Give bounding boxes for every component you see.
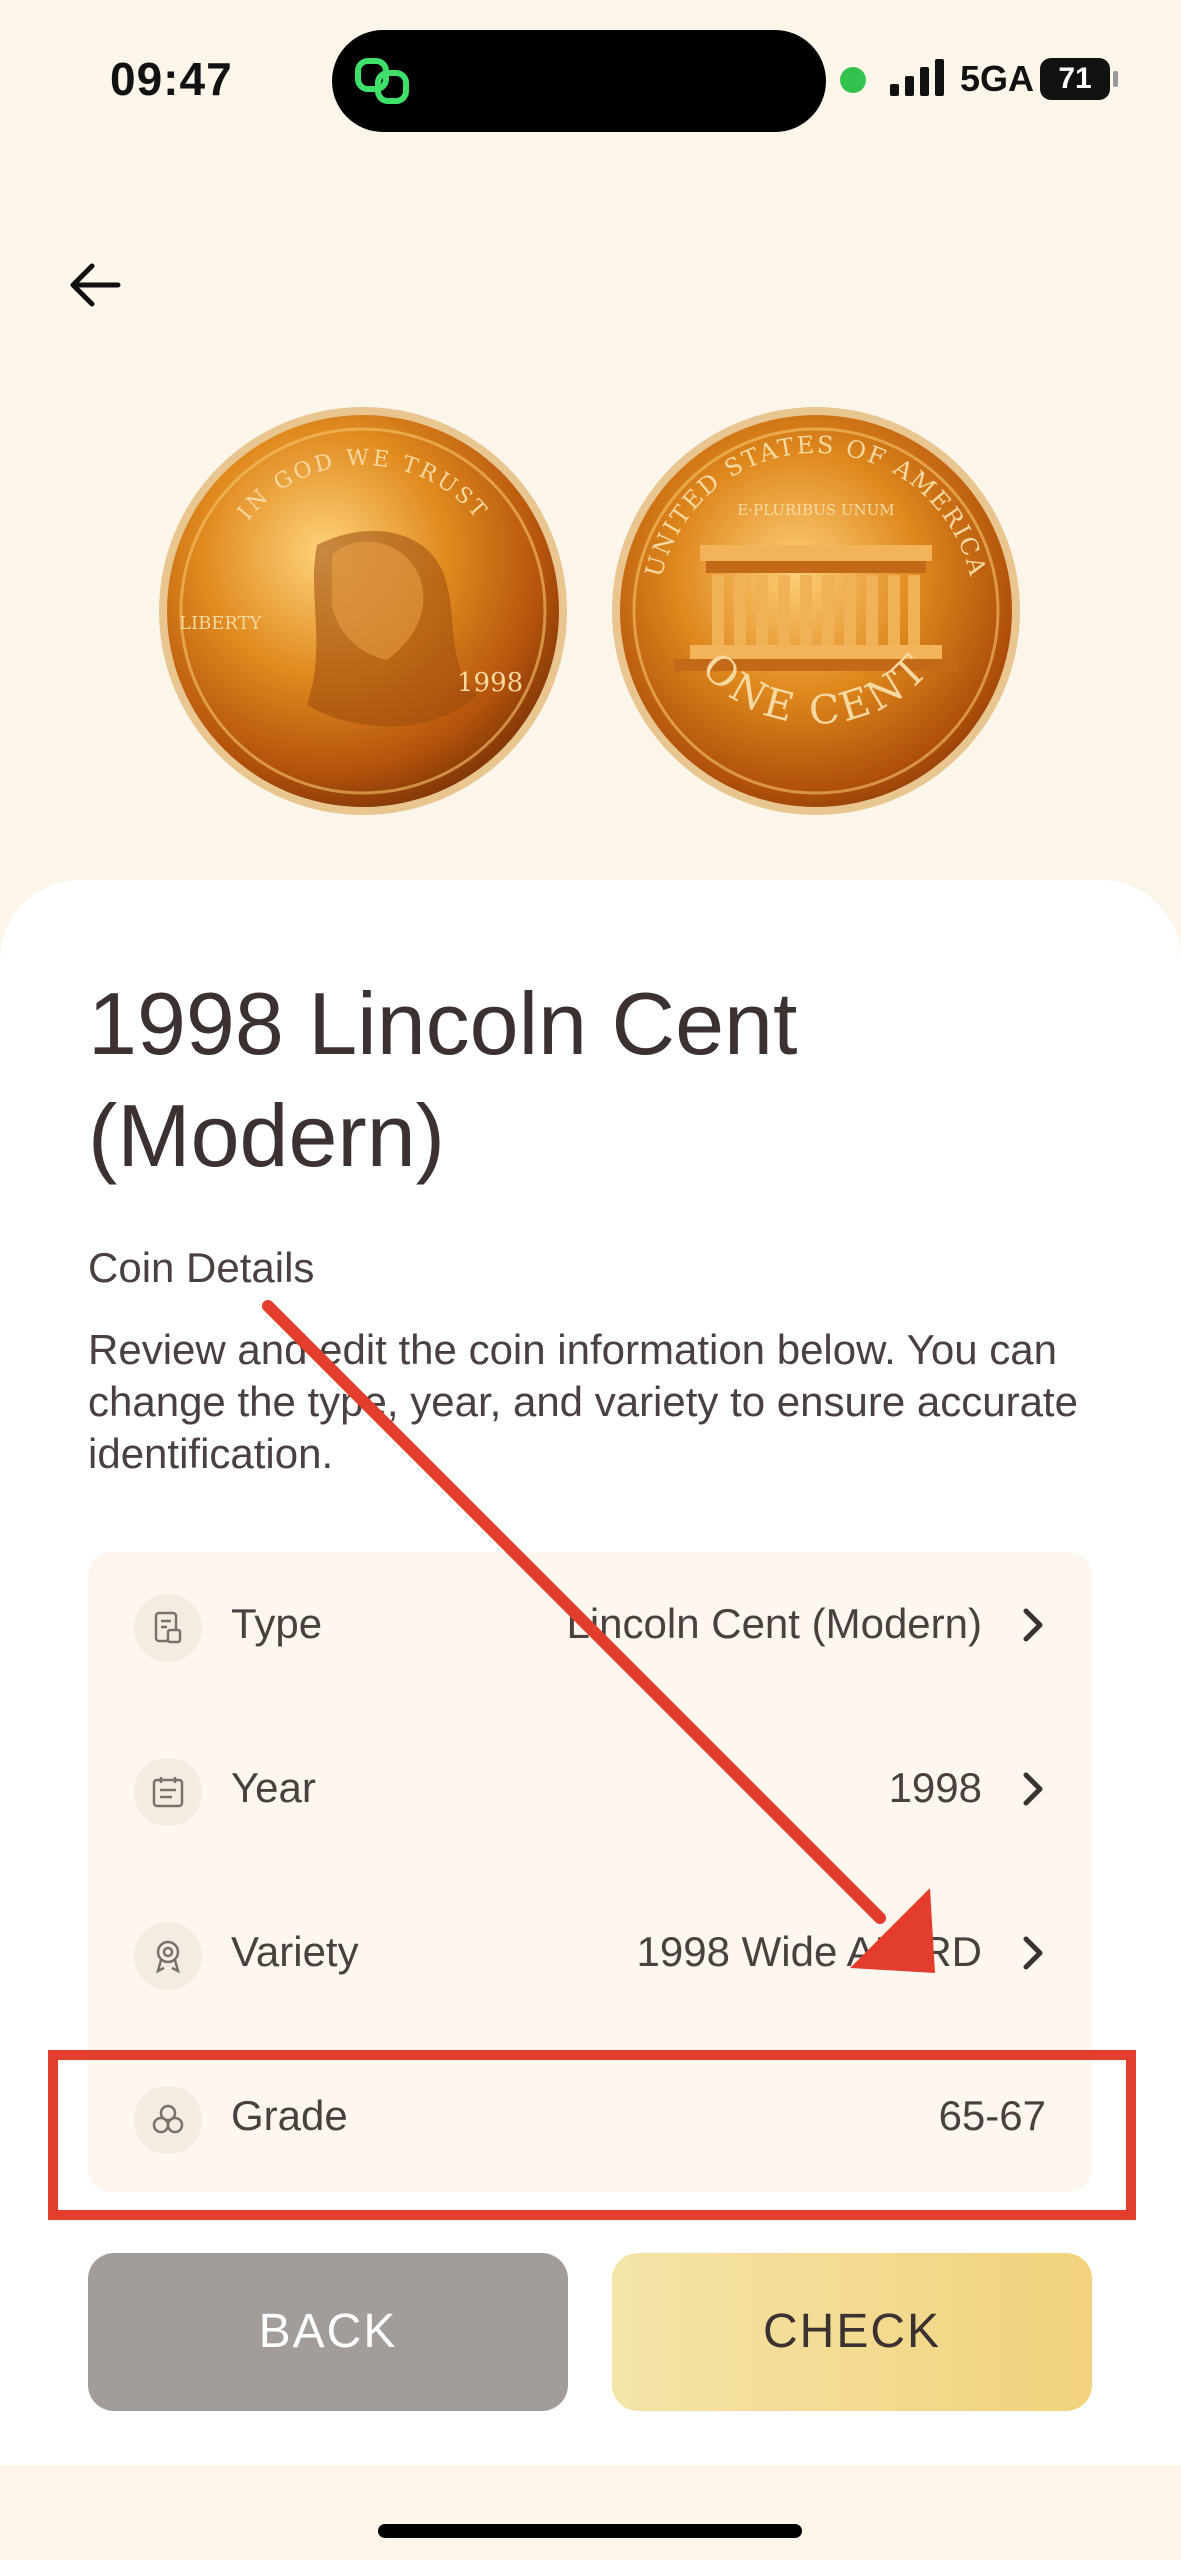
detail-value: 1998 [888, 1764, 982, 1811]
battery-icon: 71 [1040, 58, 1118, 100]
reverse-motto: E·PLURIBUS UNUM [737, 501, 894, 519]
detail-row-variety[interactable]: Variety 1998 Wide AM RD [88, 1880, 1092, 2030]
network-label: 5GA [960, 58, 1035, 99]
detail-value: Lincoln Cent (Modern) [566, 1600, 982, 1647]
app-activity-icon [355, 58, 409, 104]
obverse-liberty: LIBERTY [179, 613, 263, 634]
detail-label: Variety [231, 1928, 359, 1975]
detail-label: Year [231, 1764, 316, 1811]
annotation-highlight-box [48, 2050, 1136, 2220]
obverse-year: 1998 [457, 668, 523, 698]
detail-label: Type [231, 1600, 323, 1647]
chevron-right-icon [1023, 1936, 1043, 1970]
chevron-right-icon [1023, 1608, 1043, 1642]
award-icon [134, 1922, 202, 1990]
calendar-icon [134, 1758, 202, 1826]
detail-row-type[interactable]: Type Lincoln Cent (Modern) [88, 1552, 1092, 1702]
section-heading: Coin Details [88, 1244, 315, 1291]
chevron-right-icon [1023, 1772, 1043, 1806]
coin-title: 1998 Lincoln Cent (Modern) [88, 974, 798, 1185]
detail-row-year[interactable]: Year 1998 [88, 1716, 1092, 1866]
privacy-indicator-icon [840, 67, 866, 93]
back-arrow-icon[interactable] [66, 258, 124, 312]
check-button[interactable]: CHECK [612, 2253, 1092, 2411]
section-description: Review and edit the coin information bel… [88, 1326, 1078, 1477]
back-button[interactable]: BACK [88, 2253, 568, 2411]
document-icon [134, 1594, 202, 1662]
detail-value: 1998 Wide AM RD [636, 1928, 982, 1975]
signal-icon [890, 59, 944, 96]
coin-obverse-image: IN GOD WE TRUST LIBERTY 1998 [159, 407, 567, 815]
home-indicator [378, 2524, 802, 2538]
coin-reverse-image: UNITED STATES OF AMERICA E·PLURIBUS UNUM… [612, 407, 1020, 815]
status-time: 09:47 [110, 53, 233, 105]
